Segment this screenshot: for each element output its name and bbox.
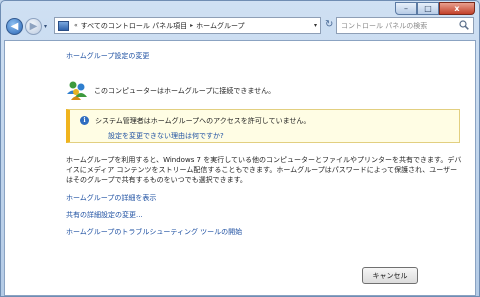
homegroup-icon	[67, 81, 87, 100]
info-bar: i システム管理者はホームグループへのアクセスを許可していません。 設定を変更で…	[66, 109, 460, 143]
connection-status-text: このコンピューターはホームグループに接続できません。	[94, 87, 276, 95]
cancel-button[interactable]: キャンセル	[362, 267, 418, 284]
search-icon[interactable]	[459, 20, 469, 30]
forward-button[interactable]: ▶	[25, 17, 42, 35]
address-bar[interactable]: « すべてのコントロール パネル項目 ▸ ホームグループ ▾	[54, 17, 321, 34]
homegroup-links: ホームグループの詳細を表示 共有の詳細設定の変更... ホームグループのトラブル…	[66, 193, 242, 244]
info-icon: i	[80, 116, 89, 125]
search-input[interactable]: コントロール パネルの検索	[336, 17, 474, 34]
recent-pages-dropdown[interactable]: ▾	[44, 23, 47, 30]
address-dropdown[interactable]: ▾	[314, 22, 317, 29]
content-pane: ホームグループ設定の変更 このコンピューターはホームグループに接続できません。 …	[4, 40, 476, 296]
breadcrumb-homegroup[interactable]: ホームグループ	[196, 21, 244, 31]
view-homegroup-details-link[interactable]: ホームグループの詳細を表示	[66, 193, 242, 210]
control-panel-icon	[58, 20, 69, 31]
breadcrumb-overflow[interactable]: «	[74, 22, 78, 29]
control-panel-window: – □ x ◀ ▶ ▾ « すべてのコントロール パネル項目 ▸ ホームグループ…	[0, 0, 480, 297]
why-cant-change-settings-link[interactable]: 設定を変更できない理由は何ですか?	[108, 131, 224, 141]
back-button[interactable]: ◀	[6, 17, 23, 35]
change-homegroup-settings-link[interactable]: ホームグループ設定の変更	[66, 51, 149, 61]
homegroup-troubleshooter-link[interactable]: ホームグループのトラブルシューティング ツールの開始	[66, 227, 242, 244]
breadcrumb-separator[interactable]: ▸	[190, 22, 193, 29]
breadcrumb-all-items[interactable]: すべてのコントロール パネル項目	[81, 21, 187, 31]
search-placeholder: コントロール パネルの検索	[341, 21, 428, 30]
navigation-bar: ◀ ▶ ▾ « すべてのコントロール パネル項目 ▸ ホームグループ ▾ ↻ コ…	[4, 13, 476, 39]
homegroup-description: ホームグループを利用すると、Windows 7 を実行している他のコンピューター…	[66, 156, 462, 184]
info-message: システム管理者はホームグループへのアクセスを許可していません。	[95, 117, 311, 125]
advanced-sharing-settings-link[interactable]: 共有の詳細設定の変更...	[66, 210, 242, 227]
refresh-icon[interactable]: ↻	[325, 19, 333, 30]
